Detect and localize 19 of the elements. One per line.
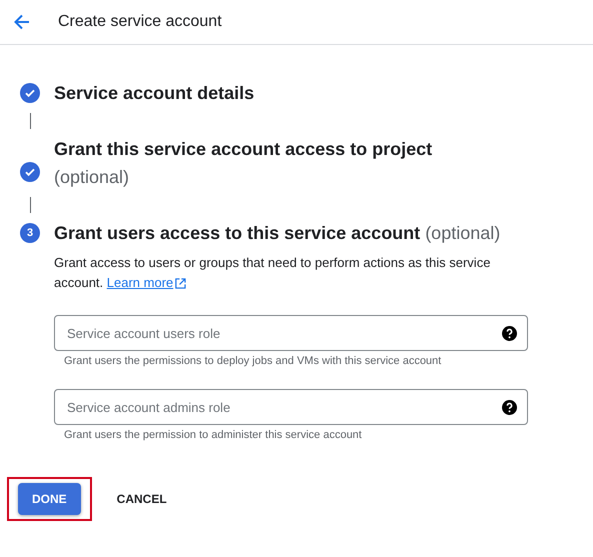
field-hint: Grant users the permissions to deploy jobs and VMs with this service account xyxy=(64,355,442,367)
step-description: Grant access to users or groups that need to perform actions as this service account. Learn more xyxy=(54,253,514,293)
step-number: 3 xyxy=(20,223,40,243)
back-arrow-icon[interactable] xyxy=(12,12,32,32)
page-title: Create service account xyxy=(58,13,222,31)
help-icon xyxy=(502,400,517,414)
check-icon xyxy=(20,162,40,182)
learn-more-link[interactable]: Learn more xyxy=(106,273,186,293)
check-icon xyxy=(20,83,40,103)
help-icon xyxy=(502,326,517,340)
step-title: Grant users access to this service account (optional) xyxy=(54,222,500,245)
external-link-icon xyxy=(175,278,186,288)
cancel-button[interactable]: CANCEL xyxy=(106,483,177,515)
step-title: Service account details xyxy=(54,82,254,105)
done-button[interactable]: DONE xyxy=(18,483,81,515)
role-field[interactable]: Service account users role xyxy=(54,315,528,351)
field-hint: Grant users the permission to administer this service account xyxy=(64,429,363,441)
step-title: Grant this service account access to project (optional) xyxy=(54,138,432,189)
role-field[interactable]: Service account admins role xyxy=(54,389,528,425)
